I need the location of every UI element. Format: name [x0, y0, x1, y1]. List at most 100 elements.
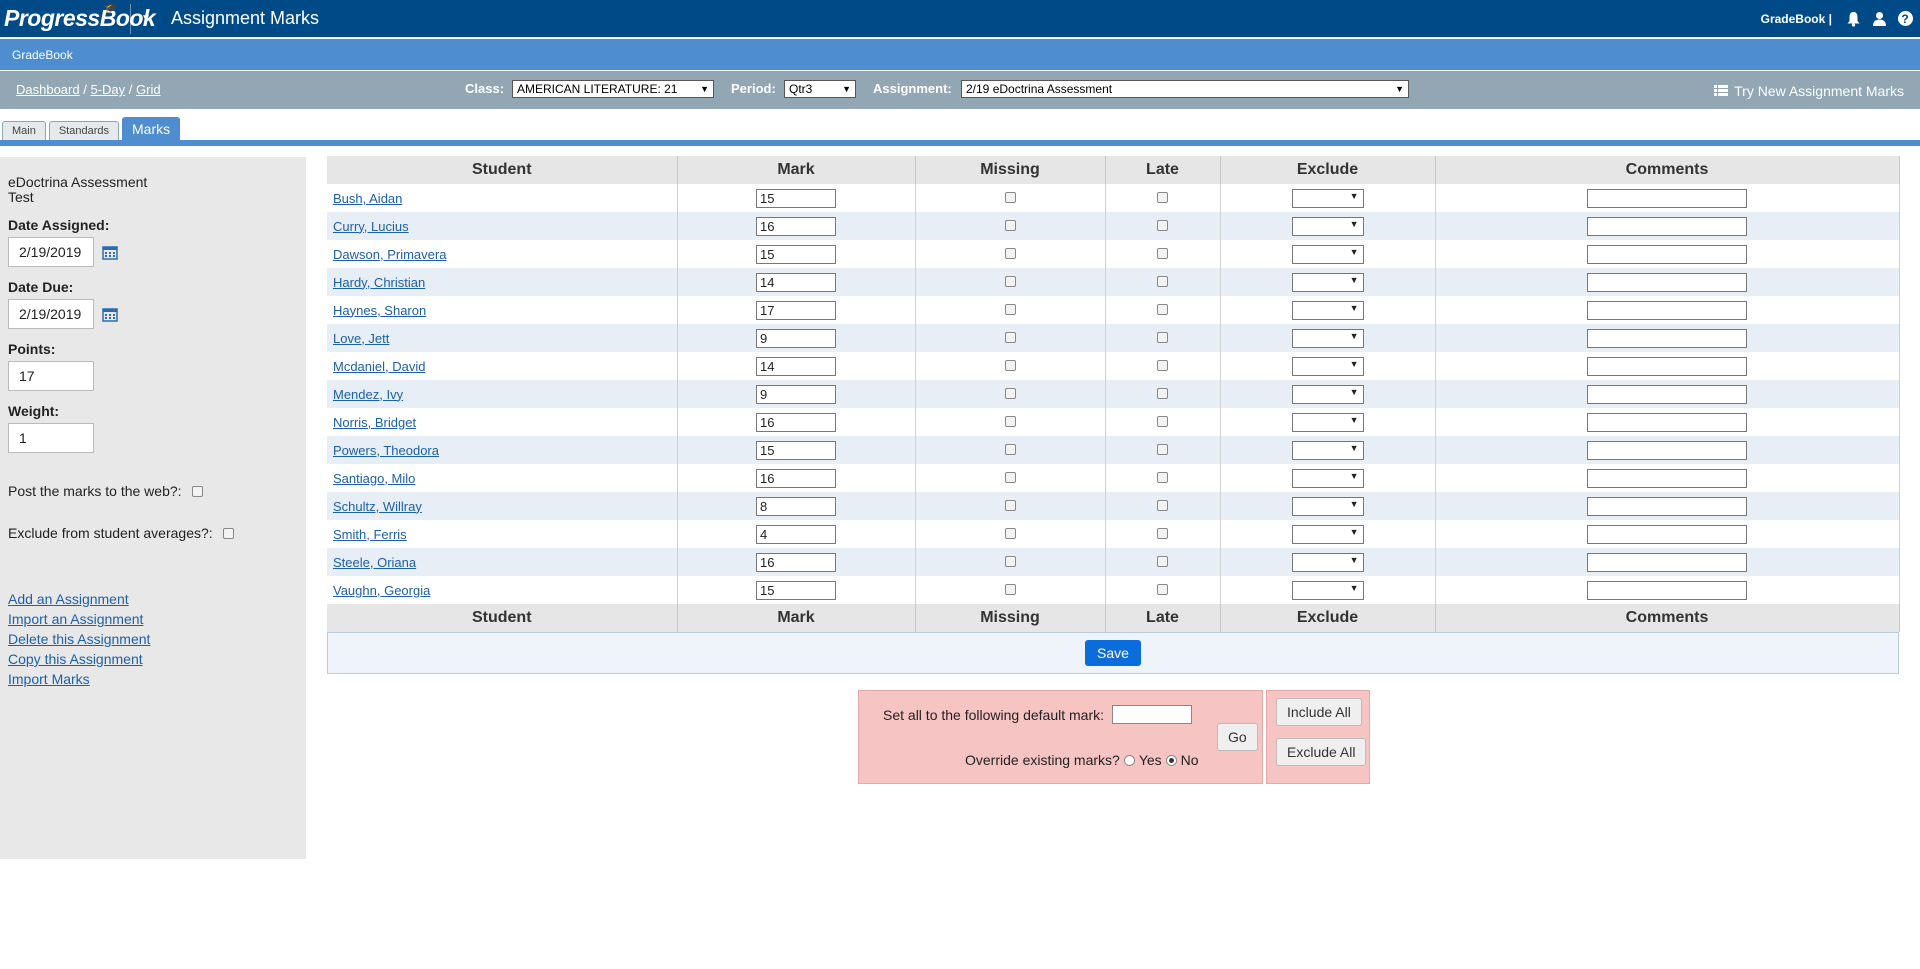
comment-input[interactable]	[1587, 552, 1747, 572]
class-select[interactable]: AMERICAN LITERATURE: 21 ▼	[512, 80, 714, 98]
late-checkbox[interactable]	[1157, 443, 1168, 455]
student-link[interactable]: Bush, Aidan	[333, 191, 402, 206]
user-icon[interactable]	[1870, 10, 1888, 28]
exclude-averages-checkbox[interactable]	[222, 527, 234, 539]
exclude-select[interactable]: ▼	[1291, 440, 1364, 460]
delete-assignment-link[interactable]: Delete this Assignment	[8, 631, 298, 647]
import-assignment-link[interactable]: Import an Assignment	[8, 611, 298, 627]
override-no-radio[interactable]	[1165, 754, 1177, 766]
add-assignment-link[interactable]: Add an Assignment	[8, 591, 298, 607]
missing-checkbox[interactable]	[1004, 527, 1016, 539]
mark-input[interactable]: 4	[756, 524, 836, 544]
comment-input[interactable]	[1587, 272, 1747, 292]
late-checkbox[interactable]	[1157, 499, 1168, 511]
gradebook-link[interactable]: GradeBook |	[1761, 12, 1832, 26]
breadcrumb-grid[interactable]: Grid	[136, 82, 161, 97]
go-button[interactable]: Go	[1217, 723, 1258, 751]
mark-input[interactable]: 16	[756, 552, 836, 572]
mark-input[interactable]: 15	[756, 440, 836, 460]
bell-icon[interactable]	[1844, 10, 1862, 28]
late-checkbox[interactable]	[1157, 331, 1168, 343]
student-link[interactable]: Smith, Ferris	[333, 527, 407, 542]
comment-input[interactable]	[1587, 328, 1747, 348]
late-checkbox[interactable]	[1157, 191, 1168, 203]
late-checkbox[interactable]	[1157, 387, 1168, 399]
exclude-select[interactable]: ▼	[1291, 188, 1364, 208]
exclude-select[interactable]: ▼	[1291, 468, 1364, 488]
student-link[interactable]: Steele, Oriana	[333, 555, 416, 570]
column-header-mark[interactable]: Mark	[677, 156, 916, 184]
comment-input[interactable]	[1587, 440, 1747, 460]
include-all-button[interactable]: Include All	[1276, 698, 1362, 726]
student-link[interactable]: Dawson, Primavera	[333, 247, 446, 262]
missing-checkbox[interactable]	[1004, 359, 1016, 371]
missing-checkbox[interactable]	[1004, 303, 1016, 315]
copy-assignment-link[interactable]: Copy this Assignment	[8, 651, 298, 667]
mark-input[interactable]: 15	[756, 244, 836, 264]
comment-input[interactable]	[1587, 188, 1747, 208]
exclude-select[interactable]: ▼	[1291, 552, 1364, 572]
late-checkbox[interactable]	[1157, 415, 1168, 427]
assignment-select[interactable]: 2/19 eDoctrina Assessment ▼	[961, 80, 1409, 98]
mark-input[interactable]: 16	[756, 216, 836, 236]
student-link[interactable]: Norris, Bridget	[333, 415, 416, 430]
student-link[interactable]: Vaughn, Georgia	[333, 583, 430, 598]
student-link[interactable]: Hardy, Christian	[333, 275, 425, 290]
late-checkbox[interactable]	[1157, 359, 1168, 371]
exclude-select[interactable]: ▼	[1291, 272, 1364, 292]
comment-input[interactable]	[1587, 244, 1747, 264]
period-select[interactable]: Qtr3 ▼	[784, 80, 856, 98]
missing-checkbox[interactable]	[1004, 443, 1016, 455]
missing-checkbox[interactable]	[1004, 499, 1016, 511]
late-checkbox[interactable]	[1157, 275, 1168, 287]
save-button[interactable]: Save	[1085, 640, 1141, 666]
exclude-select[interactable]: ▼	[1291, 384, 1364, 404]
comment-input[interactable]	[1587, 468, 1747, 488]
comment-input[interactable]	[1587, 524, 1747, 544]
comment-input[interactable]	[1587, 384, 1747, 404]
exclude-select[interactable]: ▼	[1291, 328, 1364, 348]
student-link[interactable]: Mcdaniel, David	[333, 359, 426, 374]
student-link[interactable]: Powers, Theodora	[333, 443, 439, 458]
late-checkbox[interactable]	[1157, 303, 1168, 315]
missing-checkbox[interactable]	[1004, 555, 1016, 567]
exclude-select[interactable]: ▼	[1291, 496, 1364, 516]
exclude-all-button[interactable]: Exclude All	[1276, 738, 1367, 766]
comment-input[interactable]	[1587, 580, 1747, 600]
missing-checkbox[interactable]	[1004, 415, 1016, 427]
late-checkbox[interactable]	[1157, 247, 1168, 259]
missing-checkbox[interactable]	[1004, 331, 1016, 343]
weight-input[interactable]: 1	[8, 423, 94, 453]
missing-checkbox[interactable]	[1004, 191, 1016, 203]
student-link[interactable]: Haynes, Sharon	[333, 303, 426, 318]
mark-input[interactable]: 9	[756, 328, 836, 348]
exclude-select[interactable]: ▼	[1291, 524, 1364, 544]
breadcrumb-dashboard[interactable]: Dashboard	[16, 82, 80, 97]
student-link[interactable]: Mendez, Ivy	[333, 387, 403, 402]
column-header-student[interactable]: Student	[327, 156, 678, 184]
default-mark-input[interactable]	[1112, 705, 1193, 724]
mark-input[interactable]: 17	[756, 300, 836, 320]
points-input[interactable]: 17	[8, 361, 94, 391]
late-checkbox[interactable]	[1157, 583, 1168, 595]
override-yes-radio[interactable]	[1123, 754, 1135, 766]
mark-input[interactable]: 8	[756, 496, 836, 516]
comment-input[interactable]	[1587, 496, 1747, 516]
exclude-select[interactable]: ▼	[1291, 412, 1364, 432]
mark-input[interactable]: 15	[756, 188, 836, 208]
help-icon[interactable]: ?	[1896, 10, 1914, 28]
column-header-comments[interactable]: Comments	[1435, 156, 1900, 184]
comment-input[interactable]	[1587, 300, 1747, 320]
late-checkbox[interactable]	[1157, 219, 1168, 231]
column-header-exclude[interactable]: Exclude	[1220, 156, 1436, 184]
student-link[interactable]: Love, Jett	[333, 331, 389, 346]
exclude-select[interactable]: ▼	[1291, 216, 1364, 236]
progressbook-logo[interactable]: ProgressBook 🎓	[0, 0, 156, 37]
student-link[interactable]: Santiago, Milo	[333, 471, 415, 486]
mark-input[interactable]: 14	[756, 272, 836, 292]
late-checkbox[interactable]	[1157, 555, 1168, 567]
missing-checkbox[interactable]	[1004, 387, 1016, 399]
mark-input[interactable]: 16	[756, 412, 836, 432]
mark-input[interactable]: 9	[756, 384, 836, 404]
tab-marks[interactable]: Marks	[122, 117, 181, 140]
